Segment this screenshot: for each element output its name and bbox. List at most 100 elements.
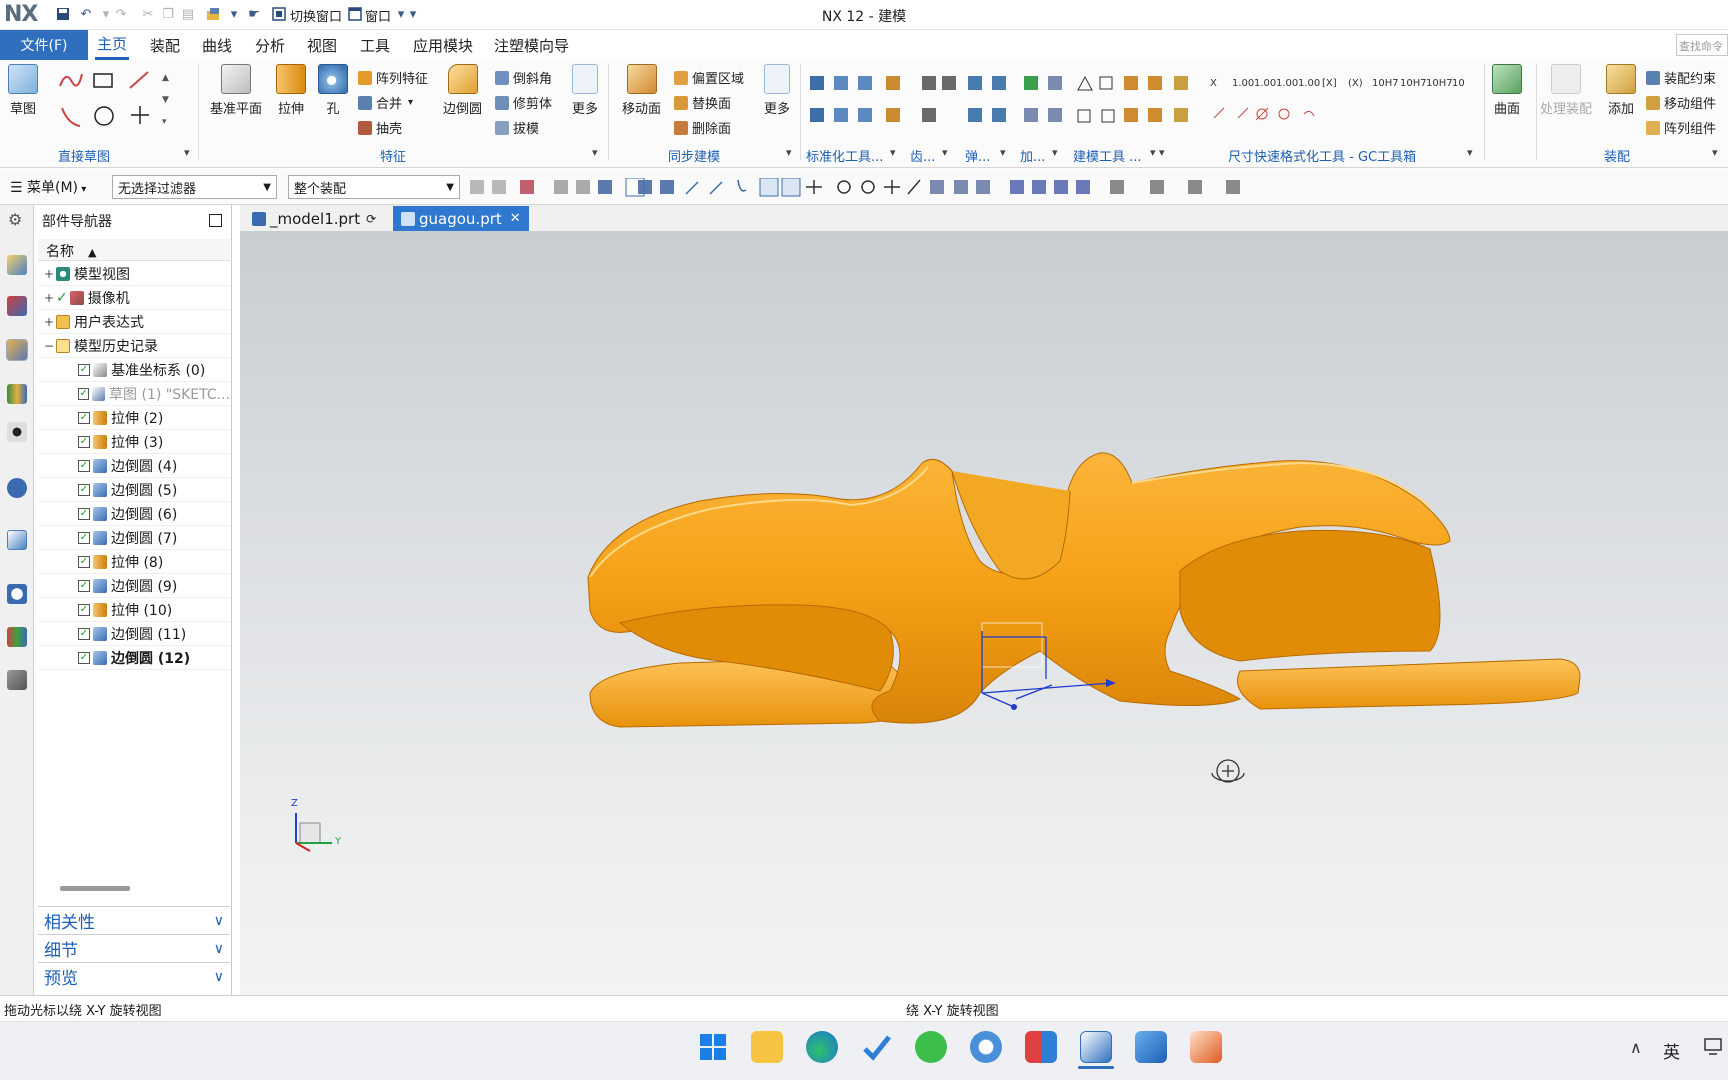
chamfer-button[interactable]: 倒斜角: [495, 68, 552, 87]
show-hidden-icons-icon[interactable]: ∧: [1630, 1038, 1642, 1057]
group-assembly[interactable]: 装配: [1604, 146, 1630, 165]
checkbox-icon[interactable]: ✓: [78, 363, 90, 376]
navigator-horizontal-scrollbar[interactable]: [60, 886, 130, 891]
customize-qat-icon[interactable]: ▾: [405, 6, 421, 22]
offset-region-button[interactable]: 偏置区域: [674, 68, 744, 87]
hd3d-tools-icon[interactable]: [7, 422, 27, 442]
group-gear[interactable]: 齿...: [910, 146, 935, 165]
draft-button[interactable]: 拔模: [495, 118, 539, 137]
group-feature-dropdown-icon[interactable]: ▾: [592, 146, 598, 159]
tab-guagou-prt[interactable]: guagou.prt ✕: [393, 206, 529, 231]
tree-node-model-history[interactable]: − 模型历史记录: [38, 334, 230, 358]
tree-node-user-expressions[interactable]: + 用户表达式: [38, 310, 230, 334]
tab-file[interactable]: 文件(F): [0, 30, 88, 60]
process-assembly-button[interactable]: 处理装配: [1540, 64, 1592, 117]
group-machining[interactable]: 加...: [1020, 146, 1045, 165]
tab-tools[interactable]: 工具: [358, 30, 392, 60]
group-spring[interactable]: 弹...: [965, 146, 990, 165]
ime-indicator[interactable]: 英: [1663, 1038, 1680, 1063]
repeat-dropdown-icon[interactable]: ▾: [226, 6, 242, 22]
system-materials-icon[interactable]: [7, 627, 27, 647]
tree-node-history-feature[interactable]: ✓ 边倒圆 (7): [38, 526, 230, 550]
checkbox-icon[interactable]: ✓: [78, 483, 90, 496]
tree-node-history-feature[interactable]: ✓ 草图 (1) "SKETC...: [38, 382, 230, 406]
assembly-constraint-button[interactable]: 装配约束: [1646, 68, 1716, 87]
switch-window-label[interactable]: 切换窗口: [290, 6, 342, 25]
tree-node-history-feature[interactable]: ✓ 拉伸 (2): [38, 406, 230, 430]
group-direct-sketch[interactable]: 直接草图: [58, 146, 110, 165]
graphics-window[interactable]: Z Y: [240, 231, 1728, 995]
group-gc-toolkit[interactable]: 尺寸快速格式化工具 - GC工具箱: [1228, 146, 1416, 165]
tree-node-history-feature[interactable]: ✓ 拉伸 (3): [38, 430, 230, 454]
edge-browser-icon[interactable]: [806, 1031, 838, 1063]
part-navigator-icon[interactable]: [6, 339, 28, 361]
redo-icon[interactable]: ↷: [113, 6, 129, 22]
group-modeling-tools-dropdown-icon[interactable]: ▾ ▾: [1150, 146, 1165, 159]
collapse-icon[interactable]: −: [44, 339, 54, 353]
tree-node-history-feature[interactable]: ✓ 边倒圆 (11): [38, 622, 230, 646]
pattern-component-button[interactable]: 阵列组件: [1646, 118, 1716, 137]
window-menu-label[interactable]: 窗口: [365, 6, 391, 25]
tree-node-history-feature[interactable]: ✓ 拉伸 (8): [38, 550, 230, 574]
undo-icon[interactable]: ↶: [78, 6, 94, 22]
cloud-app-icon[interactable]: [970, 1031, 1002, 1063]
tab-assembly[interactable]: 装配: [148, 30, 182, 60]
find-command-input[interactable]: 查找命令: [1676, 34, 1728, 56]
ribbon-options-dropdown-icon[interactable]: ▾: [1712, 146, 1718, 159]
roles-icon[interactable]: [7, 670, 27, 690]
expand-icon[interactable]: +: [44, 291, 54, 305]
group-sync-dropdown-icon[interactable]: ▾: [786, 146, 792, 159]
tree-node-history-feature[interactable]: ✓ 边倒圆 (5): [38, 478, 230, 502]
group-modeling-tools[interactable]: 建模工具 ...: [1073, 146, 1142, 165]
undo-dropdown-icon[interactable]: ▾: [98, 6, 114, 22]
tree-node-history-feature[interactable]: ✓ 边倒圆 (12): [38, 646, 230, 670]
file-explorer-icon[interactable]: [751, 1031, 783, 1063]
menu-button[interactable]: ☰ 菜单(M) ▾: [10, 177, 86, 197]
tab-home[interactable]: 主页: [95, 30, 130, 60]
switch-window-icon[interactable]: [271, 6, 287, 22]
start-icon[interactable]: [697, 1031, 729, 1063]
save-icon[interactable]: [55, 6, 71, 22]
add-component-button[interactable]: 添加: [1606, 64, 1636, 117]
reuse-library-icon[interactable]: [7, 384, 27, 404]
model-3d-view[interactable]: [240, 231, 1728, 995]
photos-icon[interactable]: [1135, 1031, 1167, 1063]
selection-scope-dropdown[interactable]: 整个装配 ▼: [288, 175, 460, 199]
resource-bar-settings-icon[interactable]: ⚙: [8, 210, 22, 229]
history-icon[interactable]: [7, 530, 27, 550]
group-gear-dropdown-icon[interactable]: ▾: [942, 146, 948, 159]
checkbox-icon[interactable]: ✓: [78, 507, 90, 520]
trim-body-button[interactable]: 修剪体: [495, 93, 552, 112]
extrude-button[interactable]: 拉伸: [276, 64, 306, 117]
touch-mode-icon[interactable]: ☛: [246, 6, 262, 22]
expand-icon[interactable]: +: [44, 267, 54, 281]
close-tab-icon[interactable]: ✕: [510, 211, 521, 226]
delete-face-button[interactable]: 删除面: [674, 118, 731, 137]
group-sync-modeling[interactable]: 同步建模: [668, 146, 720, 165]
shell-button[interactable]: 抽壳: [358, 118, 402, 137]
panel-dependencies[interactable]: 相关性 ∨: [38, 906, 230, 934]
datum-plane-button[interactable]: 基准平面: [210, 64, 262, 117]
tree-node-history-feature[interactable]: ✓ 基准坐标系 (0): [38, 358, 230, 382]
maximize-navigator-icon[interactable]: [209, 214, 222, 227]
constraint-navigator-icon[interactable]: [7, 296, 27, 316]
clock-icon[interactable]: [7, 584, 27, 604]
unite-button[interactable]: 合并 ▾: [358, 93, 413, 112]
group-feature[interactable]: 特征: [380, 146, 406, 165]
type-filter-dropdown[interactable]: 无选择过滤器 ▼: [112, 175, 277, 199]
hole-button[interactable]: 孔: [318, 64, 348, 117]
group-spring-dropdown-icon[interactable]: ▾: [1000, 146, 1006, 159]
repeat-command-icon[interactable]: [206, 6, 222, 22]
snap-tool-icons[interactable]: [470, 177, 1370, 198]
assembly-navigator-icon[interactable]: [7, 255, 27, 275]
checkbox-icon[interactable]: ✓: [78, 627, 90, 640]
paste-icon[interactable]: ▤: [180, 6, 196, 22]
tab-mold-wizard[interactable]: 注塑模向导: [492, 30, 571, 60]
tab-analysis[interactable]: 分析: [253, 30, 287, 60]
checkbox-icon[interactable]: ✓: [78, 603, 90, 616]
checkbox-icon[interactable]: ✓: [78, 531, 90, 544]
move-component-button[interactable]: 移动组件: [1646, 93, 1716, 112]
surface-button[interactable]: 曲面: [1492, 64, 1522, 117]
tree-node-history-feature[interactable]: ✓ 拉伸 (10): [38, 598, 230, 622]
app-icon[interactable]: [1025, 1031, 1057, 1063]
